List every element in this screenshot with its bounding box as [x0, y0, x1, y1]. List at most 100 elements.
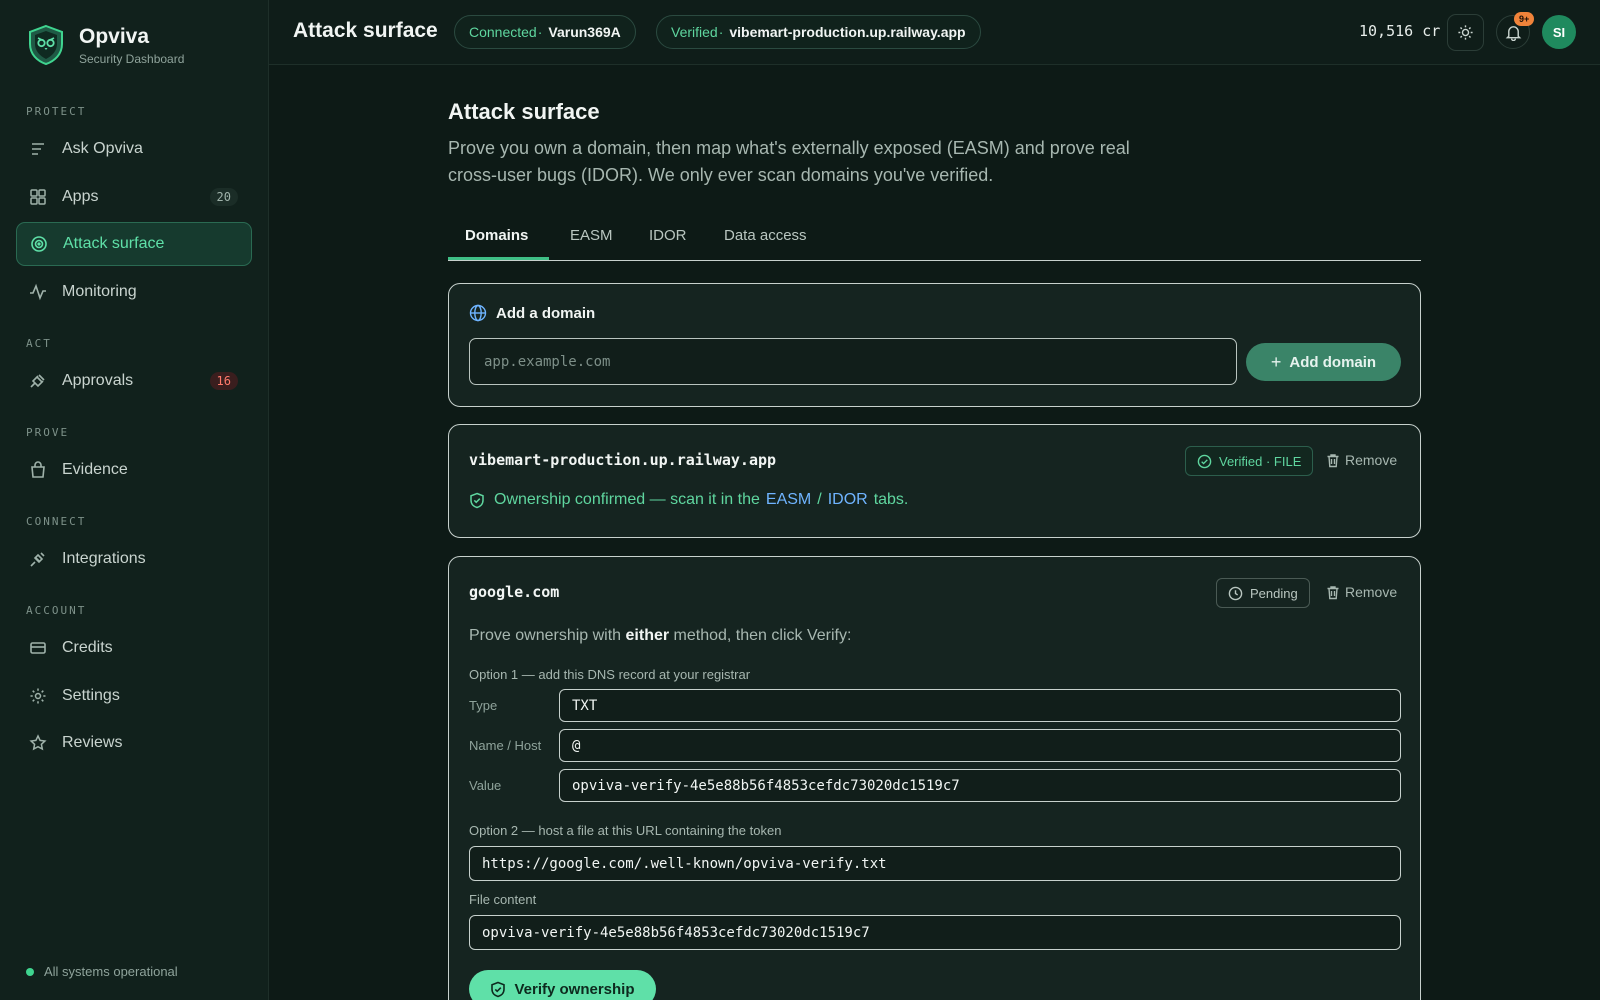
add-domain-button[interactable]: + Add domain [1246, 343, 1401, 381]
type-label: Type [469, 698, 498, 713]
system-status: All systems operational [26, 964, 178, 979]
approvals-count-badge: 16 [209, 372, 238, 390]
sun-icon [1458, 25, 1473, 40]
file-content-field[interactable]: opviva-verify-4e5e88b56f4853cefdc73020dc… [469, 915, 1401, 950]
connected-pill[interactable]: Connected · Varun369A [454, 15, 636, 49]
bell-icon [1505, 25, 1521, 41]
credits-balance: 10,516 cr [1359, 22, 1441, 40]
activity-icon [30, 283, 46, 301]
tab-easm[interactable]: EASM [570, 227, 613, 244]
verified-value: vibemart-production.up.railway.app [729, 24, 966, 40]
trash-icon [1327, 453, 1339, 467]
sidebar-item-monitoring[interactable]: Monitoring [16, 270, 252, 314]
shield-check-icon [491, 981, 506, 997]
section-title: Attack surface [448, 99, 600, 124]
sidebar-item-reviews[interactable]: Reviews [16, 721, 252, 765]
tab-bar: Domains EASM IDOR Data access [448, 219, 1421, 261]
sidebar-item-label: Apps [62, 188, 99, 205]
sidebar-item-label: Settings [62, 687, 120, 704]
section-label-act: ACT [26, 337, 52, 350]
page-title: Attack surface [293, 19, 438, 42]
easm-link[interactable]: EASM [766, 491, 811, 509]
sidebar-item-label: Credits [62, 639, 113, 656]
tab-domains[interactable]: Domains [465, 227, 528, 244]
section-label-connect: CONNECT [26, 515, 87, 528]
system-status-text: All systems operational [44, 964, 178, 979]
sidebar-item-label: Reviews [62, 734, 123, 751]
avatar[interactable]: SI [1542, 15, 1576, 49]
section-label-account: ACCOUNT [26, 604, 87, 617]
tab-idor[interactable]: IDOR [649, 227, 687, 244]
sidebar-item-apps[interactable]: Apps 20 [16, 175, 252, 219]
domain-input[interactable]: app.example.com [469, 338, 1237, 385]
sidebar-item-evidence[interactable]: Evidence [16, 448, 252, 492]
sidebar-item-label: Evidence [62, 461, 128, 478]
prove-instructions: Prove ownership with either method, then… [469, 627, 852, 644]
sidebar-item-ask-opviva[interactable]: Ask Opviva [16, 127, 252, 171]
check-circle-icon [1197, 454, 1212, 468]
domain-card-pending: google.com Pending Remove Prove ownershi… [448, 556, 1421, 1000]
section-label-protect: PROTECT [26, 105, 87, 118]
active-tab-indicator [448, 257, 549, 260]
ownership-message: Ownership confirmed — scan it in the EAS… [469, 491, 908, 509]
gear-icon [30, 688, 46, 704]
remove-button[interactable]: Remove [1326, 584, 1397, 600]
brand[interactable]: Opviva Security Dashboard [26, 24, 184, 66]
tab-data-access[interactable]: Data access [724, 227, 807, 244]
shield-owl-logo-icon [29, 24, 63, 66]
status-badge: Pending [1216, 578, 1310, 608]
connected-value: Varun369A [548, 24, 621, 40]
plug-icon [30, 552, 45, 567]
host-label: Name / Host [469, 738, 542, 753]
dns-type-field[interactable]: TXT [559, 689, 1401, 722]
lines-icon [32, 143, 44, 155]
sidebar-item-label: Approvals [62, 372, 134, 389]
dns-host-field[interactable]: @ [559, 729, 1401, 762]
clock-icon [1228, 586, 1243, 600]
idor-link[interactable]: IDOR [828, 491, 868, 509]
apps-count-badge: 20 [209, 188, 238, 206]
domain-name: google.com [469, 583, 560, 601]
status-badge: Verified · FILE [1185, 446, 1314, 476]
sidebar: Opviva Security Dashboard PROTECT Ask Op… [0, 0, 269, 1000]
section-label-prove: PROVE [26, 426, 70, 439]
domain-card-verified: vibemart-production.up.railway.app Verif… [448, 424, 1421, 538]
sidebar-item-label: Monitoring [62, 283, 137, 300]
verify-ownership-button[interactable]: Verify ownership [469, 970, 656, 1000]
file-content-label: File content [469, 892, 537, 907]
sidebar-item-approvals[interactable]: Approvals 16 [16, 359, 252, 403]
grid-icon [30, 189, 46, 205]
shield-check-icon [470, 492, 484, 508]
connected-label: Connected [469, 24, 537, 40]
option2-label: Option 2 — host a file at this URL conta… [469, 823, 782, 838]
dns-value-field[interactable]: opviva-verify-4e5e88b56f4853cefdc73020dc… [559, 769, 1401, 802]
value-label: Value [469, 778, 502, 793]
verified-pill[interactable]: Verified · vibemart-production.up.railway… [656, 15, 981, 49]
sidebar-item-credits[interactable]: Credits [16, 626, 252, 670]
sidebar-item-label: Ask Opviva [62, 140, 143, 157]
brand-name: Opviva [79, 24, 150, 48]
add-domain-heading: Add a domain [469, 304, 595, 322]
card-icon [30, 642, 46, 654]
theme-toggle-button[interactable] [1447, 14, 1484, 51]
option1-label: Option 1 — add this DNS record at your r… [469, 667, 751, 682]
sidebar-item-attack-surface[interactable]: Attack surface [16, 222, 252, 266]
verified-label: Verified [671, 24, 718, 40]
trash-icon [1327, 585, 1339, 599]
sidebar-item-settings[interactable]: Settings [16, 674, 252, 718]
sidebar-item-integrations[interactable]: Integrations [16, 537, 252, 581]
top-header: Attack surface Connected · Varun369A Veri… [269, 0, 1600, 65]
section-description: Prove you own a domain, then map what's … [448, 138, 1130, 185]
remove-button[interactable]: Remove [1326, 452, 1397, 468]
bag-icon [31, 461, 45, 478]
sidebar-item-label: Integrations [62, 550, 146, 567]
globe-icon [469, 304, 487, 322]
brand-subtitle: Security Dashboard [79, 51, 185, 66]
target-icon [31, 236, 47, 252]
notification-count-badge: 9+ [1514, 12, 1535, 26]
gavel-icon [30, 374, 45, 388]
add-domain-card: Add a domain app.example.com + Add domai… [448, 283, 1421, 407]
status-dot-icon [26, 967, 34, 976]
verify-url-field[interactable]: https://google.com/.well-known/opviva-ve… [469, 846, 1401, 881]
domain-name: vibemart-production.up.railway.app [469, 451, 777, 469]
